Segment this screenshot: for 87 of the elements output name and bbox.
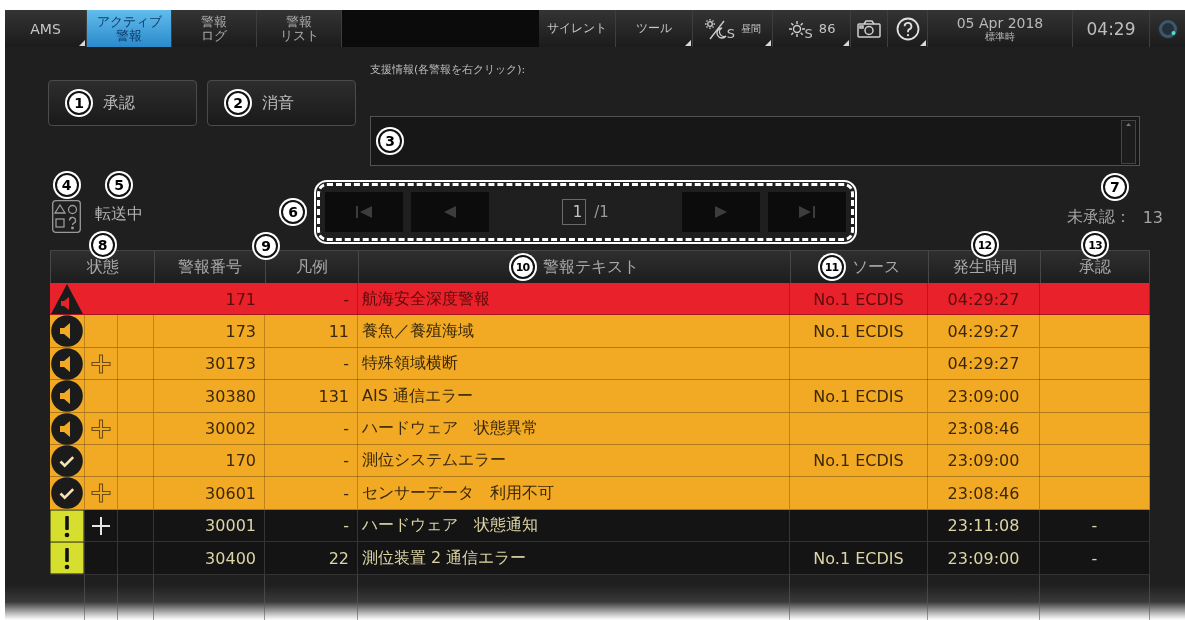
table-cell: -: [1040, 509, 1150, 542]
table-cell: 23:09:00: [928, 542, 1040, 575]
table-cell: 22: [265, 542, 358, 575]
table-cell: 04:29:27: [928, 315, 1040, 348]
clock-text: 04:29: [1073, 10, 1150, 47]
callout-number: 1: [67, 91, 91, 115]
table-cell: 131: [265, 380, 358, 413]
callout-number: 4: [54, 173, 79, 197]
status-ring-icon: [1156, 17, 1179, 40]
table-cell: -: [265, 509, 358, 542]
sun-moon-icon: [703, 17, 728, 40]
toolbar-button[interactable]: サイレント: [539, 10, 616, 47]
table-cell: 30400: [154, 542, 265, 575]
table-cell: 23:08:46: [928, 477, 1040, 510]
table-cell: AIS 通信エラー: [358, 380, 790, 413]
skip-start-icon: [355, 205, 373, 219]
callout-number: 12: [972, 233, 997, 257]
tab[interactable]: アクティブ 警報: [87, 10, 172, 47]
table-cell: 30380: [154, 380, 265, 413]
callout-number: 8: [90, 233, 115, 257]
table-cell: 30173: [154, 347, 265, 380]
table-cell: 170: [154, 444, 265, 477]
table-cell: 養魚／養殖海域: [358, 315, 790, 348]
table-cell-text: 171: [224, 288, 257, 311]
callout-number: 10: [510, 255, 535, 279]
unacknowledged-label: 未承認：: [1066, 207, 1131, 228]
callout-number: 13: [1083, 233, 1107, 257]
table-cell: 23:11:08: [928, 509, 1040, 542]
table-cell: No.1 ECDIS: [790, 315, 928, 348]
table-cell: センサーデータ 利用不可: [358, 477, 790, 510]
alert-row[interactable]: 170 - 測位システムエラー No.1 ECDIS 23:09:00: [50, 444, 1150, 478]
table-cell: No.1 ECDIS: [790, 380, 928, 413]
callout-number: 3: [378, 129, 402, 153]
action-button[interactable]: 2 消音: [207, 80, 356, 126]
scrollbar[interactable]: [1121, 120, 1136, 164]
table-cell: 173: [154, 315, 265, 348]
table-cell: 30001: [154, 509, 265, 542]
table-cell: -: [1040, 542, 1150, 575]
tab[interactable]: 警報 ログ: [172, 10, 257, 47]
table-cell: No.1 ECDIS: [790, 444, 928, 477]
table-cell: -: [265, 347, 358, 380]
alert-row[interactable]: 173 11 養魚／養殖海域 No.1 ECDIS 04:29:27: [50, 315, 1150, 348]
table-cell: 23:09:00: [928, 380, 1040, 413]
day-night-button[interactable]: S 昼間: [693, 10, 773, 47]
table-cell: 30601: [154, 477, 265, 510]
table-cell: 11: [265, 315, 358, 348]
toolbar-button[interactable]: ツール: [616, 10, 693, 47]
symbol-box-icon: [52, 200, 81, 233]
callout-number: 11: [819, 255, 844, 279]
page-total-text: /1: [594, 203, 609, 221]
alert-row[interactable]: 30001 - ハードウェア 状態通知 23:11:08 -: [50, 509, 1150, 543]
table-cell: 測位システムエラー: [358, 444, 790, 477]
callout-number: 6: [281, 200, 305, 224]
skip-end-icon: [798, 205, 816, 219]
camera-icon: [857, 19, 881, 38]
callout-number: 9: [254, 234, 278, 258]
table-cell: -: [265, 412, 358, 445]
sun-icon: [787, 19, 806, 38]
alert-row[interactable]: 30002 - ハードウェア 状態異常 23:08:46: [50, 412, 1150, 445]
table-cell: ハードウェア 状態異常: [358, 412, 790, 445]
brightness-button[interactable]: S 86: [773, 10, 851, 47]
table-cell: 測位装置 2 通信エラー: [358, 542, 790, 575]
callout-number: 7: [1102, 175, 1127, 199]
time-zone-text: 標準時: [985, 30, 1015, 42]
alert-row[interactable]: 30400 22 測位装置 2 通信エラー No.1 ECDIS 23:09:00 -: [50, 542, 1150, 575]
table-cell: 特殊領域横断: [358, 347, 790, 380]
table-cell: -: [265, 444, 358, 477]
callout-number: 2: [226, 91, 250, 115]
table-cell: 04:29:27: [928, 347, 1040, 380]
action-button[interactable]: 1 承認: [48, 80, 197, 126]
alert-row[interactable]: 30173 - 特殊領域横断 04:29:27: [50, 347, 1150, 381]
table-cell: ハードウェア 状態通知: [358, 509, 790, 542]
table-cell: 23:09:00: [928, 444, 1040, 477]
help-icon: [895, 16, 920, 41]
alert-row[interactable]: 30601 - センサーデータ 利用不可 23:08:46: [50, 477, 1150, 510]
table-cell: 30002: [154, 412, 265, 445]
callout-number: 5: [107, 173, 131, 197]
unacknowledged-count: 13: [1142, 208, 1163, 227]
transfer-status-text: 転送中: [95, 205, 143, 223]
support-info-field[interactable]: 3: [370, 116, 1140, 166]
table-cell: -: [265, 477, 358, 510]
table-cell: No.1 ECDIS: [790, 542, 928, 575]
table-cell: 23:08:46: [928, 412, 1040, 445]
date-text: 05 Apr 2018: [956, 15, 1044, 31]
support-info-label: 支援情報(各警報を右クリック):: [370, 63, 526, 77]
page-input[interactable]: 1: [562, 199, 587, 225]
alert-row[interactable]: 30380 131 AIS 通信エラー No.1 ECDIS 23:09:00: [50, 380, 1150, 413]
